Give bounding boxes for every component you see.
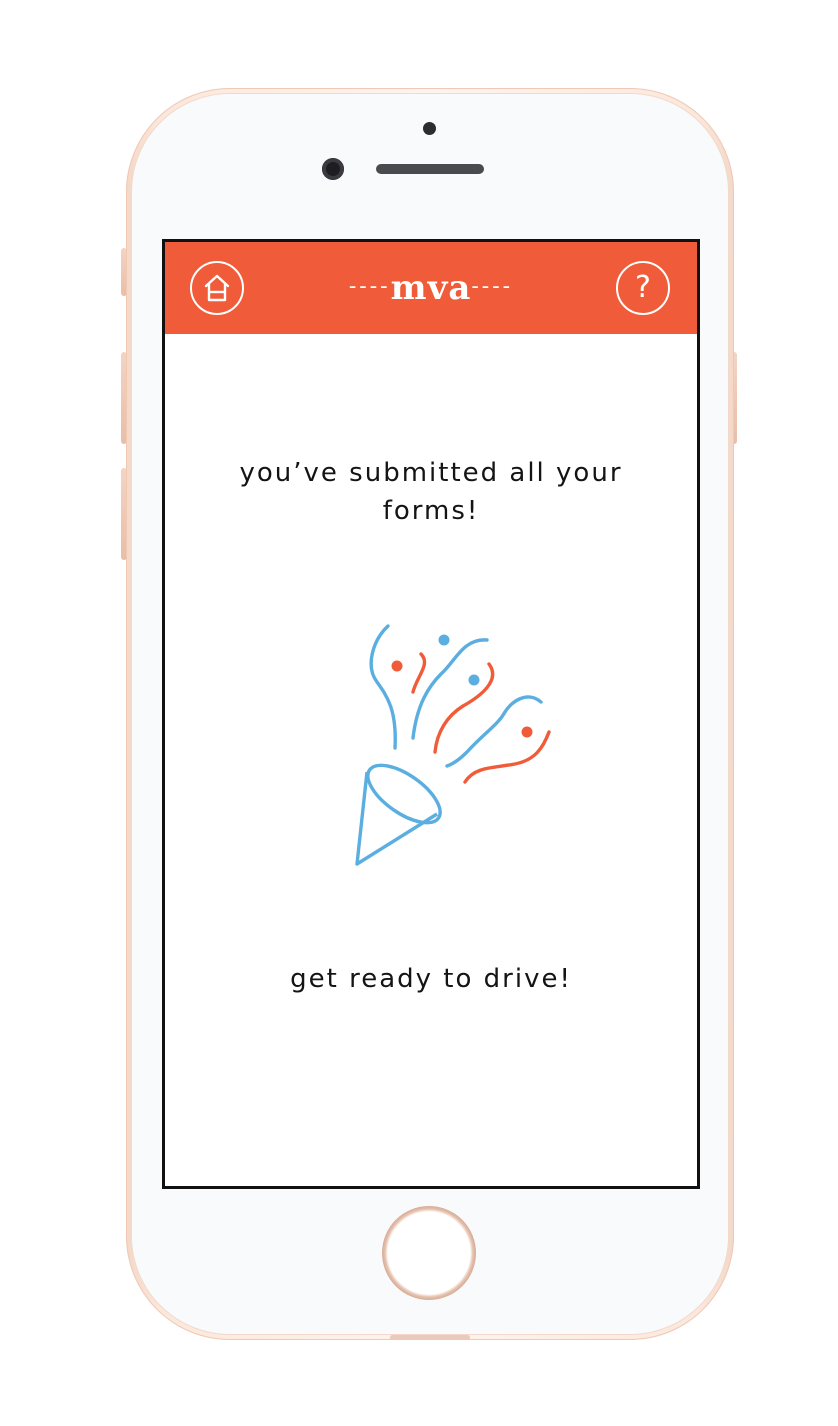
brand-name: mva bbox=[390, 268, 472, 308]
brand-dashes-right: ---- bbox=[471, 274, 514, 299]
party-popper-icon bbox=[355, 624, 551, 866]
brand-dashes-left: ---- bbox=[348, 274, 391, 299]
proximity-sensor bbox=[423, 122, 436, 135]
help-icon: ? bbox=[635, 270, 651, 305]
front-camera bbox=[322, 158, 344, 180]
success-message: you’ve submitted all your forms! bbox=[239, 458, 623, 526]
next-step-message: get ready to drive! bbox=[290, 964, 572, 994]
app-screen: ----mva---- ? you’ve submitted all your … bbox=[162, 239, 700, 1189]
earpiece-speaker bbox=[376, 164, 484, 174]
phone-bottom-edge bbox=[390, 1335, 470, 1340]
phone-home-button bbox=[382, 1206, 476, 1300]
help-button[interactable]: ? bbox=[616, 261, 670, 315]
app-header: ----mva---- ? bbox=[165, 242, 697, 334]
mockup-stage: ----mva---- ? you’ve submitted all your … bbox=[0, 0, 838, 1426]
